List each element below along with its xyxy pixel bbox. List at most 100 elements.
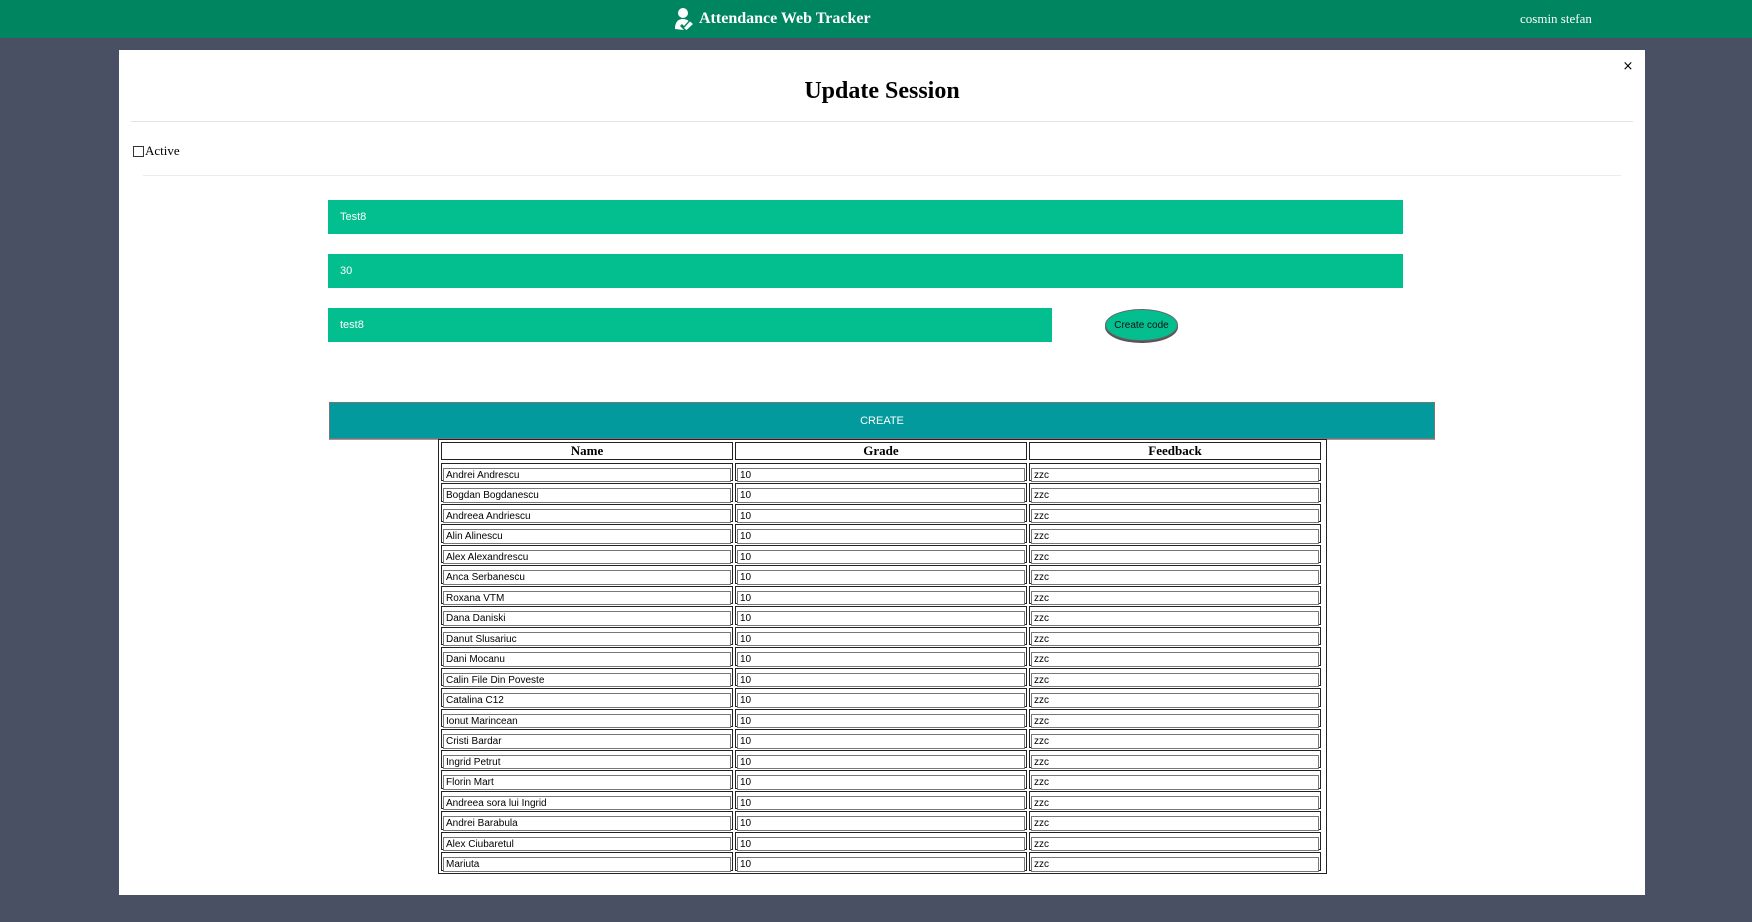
- grade-input[interactable]: [737, 693, 1025, 708]
- feedback-input[interactable]: [1031, 590, 1319, 606]
- table-cell: [735, 770, 1027, 790]
- table-cell: [735, 544, 1027, 565]
- name-input[interactable]: [443, 672, 731, 688]
- table-cell: [735, 729, 1027, 749]
- feedback-input[interactable]: [1031, 570, 1319, 585]
- column-header-feedback: Feedback: [1029, 442, 1321, 460]
- name-input[interactable]: [443, 549, 731, 565]
- name-input[interactable]: [443, 611, 731, 626]
- grade-input[interactable]: [737, 611, 1025, 626]
- name-input[interactable]: [443, 734, 731, 749]
- table-cell: [441, 483, 733, 503]
- name-input[interactable]: [443, 529, 731, 544]
- table-cell: [1029, 790, 1321, 811]
- grade-input[interactable]: [737, 549, 1025, 565]
- table-cell: [441, 831, 733, 852]
- table-cell: [735, 606, 1027, 626]
- grades-table: Name Grade Feedback: [438, 439, 1327, 874]
- grade-input[interactable]: [737, 570, 1025, 585]
- session-duration-field[interactable]: 30: [328, 254, 1403, 288]
- create-code-button[interactable]: Create code: [1105, 309, 1178, 341]
- feedback-input[interactable]: [1031, 816, 1319, 831]
- table-cell: [441, 790, 733, 811]
- name-input[interactable]: [443, 775, 731, 790]
- table-cell: [441, 729, 733, 749]
- feedback-input[interactable]: [1031, 631, 1319, 647]
- brand[interactable]: Attendance Web Tracker: [674, 6, 871, 32]
- feedback-input[interactable]: [1031, 775, 1319, 790]
- grade-input[interactable]: [737, 734, 1025, 749]
- table-row: [440, 749, 1325, 770]
- grade-input[interactable]: [737, 672, 1025, 688]
- name-input[interactable]: [443, 754, 731, 770]
- name-input[interactable]: [443, 488, 731, 503]
- feedback-input[interactable]: [1031, 652, 1319, 667]
- active-checkbox[interactable]: [133, 145, 144, 157]
- name-input[interactable]: [443, 713, 731, 729]
- name-input[interactable]: [443, 590, 731, 606]
- grade-input[interactable]: [737, 652, 1025, 667]
- grade-input[interactable]: [737, 508, 1025, 524]
- close-icon[interactable]: ×: [1621, 60, 1635, 74]
- name-input[interactable]: [443, 857, 731, 872]
- table-row: [440, 482, 1325, 503]
- name-input[interactable]: [443, 508, 731, 524]
- name-input[interactable]: [443, 467, 731, 483]
- name-input[interactable]: [443, 693, 731, 708]
- table-row: [440, 851, 1325, 872]
- create-button[interactable]: CREATE: [329, 402, 1435, 439]
- table-row: [440, 605, 1325, 626]
- feedback-input[interactable]: [1031, 549, 1319, 565]
- user-name[interactable]: cosmin stefan: [1520, 11, 1592, 27]
- table-cell: [1029, 565, 1321, 585]
- table-cell: [441, 811, 733, 831]
- name-input[interactable]: [443, 836, 731, 852]
- grade-input[interactable]: [737, 488, 1025, 503]
- table-cell: [441, 544, 733, 565]
- grade-input[interactable]: [737, 795, 1025, 811]
- grade-input[interactable]: [737, 836, 1025, 852]
- grade-input[interactable]: [737, 775, 1025, 790]
- table-cell: [441, 524, 733, 544]
- feedback-input[interactable]: [1031, 693, 1319, 708]
- feedback-input[interactable]: [1031, 508, 1319, 524]
- feedback-input[interactable]: [1031, 734, 1319, 749]
- grade-input[interactable]: [737, 754, 1025, 770]
- feedback-input[interactable]: [1031, 467, 1319, 483]
- name-input[interactable]: [443, 570, 731, 585]
- name-input[interactable]: [443, 795, 731, 811]
- table-cell: [1029, 811, 1321, 831]
- column-header-grade: Grade: [735, 442, 1027, 460]
- feedback-input[interactable]: [1031, 713, 1319, 729]
- active-label: Active: [145, 143, 180, 158]
- feedback-input[interactable]: [1031, 754, 1319, 770]
- grade-input[interactable]: [737, 857, 1025, 872]
- name-input[interactable]: [443, 631, 731, 647]
- feedback-input[interactable]: [1031, 672, 1319, 688]
- table-row: [440, 769, 1325, 790]
- table-cell: [1029, 852, 1321, 872]
- table-cell: [441, 626, 733, 647]
- table-cell: [441, 606, 733, 626]
- feedback-input[interactable]: [1031, 836, 1319, 852]
- table-cell: [735, 708, 1027, 729]
- session-name-field[interactable]: Test8: [328, 200, 1403, 234]
- grade-input[interactable]: [737, 529, 1025, 544]
- table-cell: [735, 647, 1027, 667]
- feedback-input[interactable]: [1031, 795, 1319, 811]
- grade-input[interactable]: [737, 467, 1025, 483]
- feedback-input[interactable]: [1031, 611, 1319, 626]
- grade-input[interactable]: [737, 590, 1025, 606]
- table-cell: [1029, 585, 1321, 606]
- grade-input[interactable]: [737, 631, 1025, 647]
- name-input[interactable]: [443, 816, 731, 831]
- feedback-input[interactable]: [1031, 857, 1319, 872]
- feedback-input[interactable]: [1031, 529, 1319, 544]
- grade-input[interactable]: [737, 816, 1025, 831]
- session-code-field[interactable]: test8: [328, 308, 1052, 342]
- feedback-input[interactable]: [1031, 488, 1319, 503]
- name-input[interactable]: [443, 652, 731, 667]
- active-toggle[interactable]: Active: [133, 143, 180, 159]
- table-row: [440, 626, 1325, 647]
- grade-input[interactable]: [737, 713, 1025, 729]
